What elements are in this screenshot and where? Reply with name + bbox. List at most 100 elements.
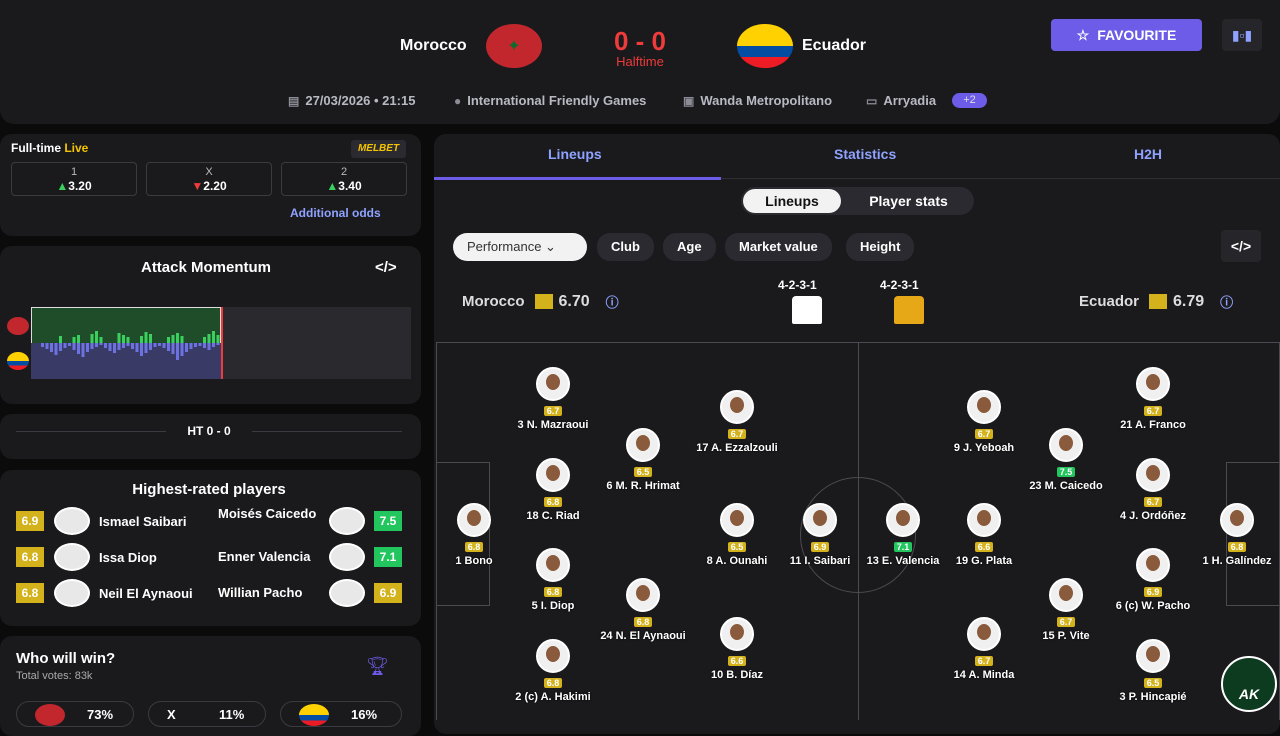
poll-votes: Total votes: 83k <box>16 670 93 682</box>
tab-lineups[interactable]: Lineups <box>548 146 602 162</box>
momentum-bar-away <box>176 343 179 360</box>
top-players-title: Highest-rated players <box>132 481 286 498</box>
top-player-name[interactable]: Issa Diop <box>99 550 157 565</box>
momentum-bar-home <box>122 335 125 343</box>
favourite-button[interactable]: ☆ FAVOURITE <box>1051 19 1202 51</box>
momentum-bar-away <box>108 343 112 351</box>
momentum-bar-away <box>167 343 170 351</box>
filter-age[interactable]: Age <box>663 233 716 261</box>
player-photo <box>1136 548 1170 582</box>
momentum-bar-away <box>216 343 220 345</box>
momentum-bar-away <box>212 343 215 347</box>
performance-dropdown[interactable]: Performance ⌄ <box>453 233 587 261</box>
momentum-bar-home <box>171 335 175 343</box>
vote-home-button[interactable]: 73% <box>16 701 134 727</box>
ht-card: HT 0 - 0 <box>0 414 421 459</box>
momentum-bar-away <box>68 343 71 346</box>
top-player-name[interactable]: Ismael Saibari <box>99 514 186 529</box>
lineup-player[interactable]: 6.7 17 A. Ezzalzouli <box>677 390 797 454</box>
avatar <box>329 507 365 535</box>
lineup-player[interactable]: 6.6 19 G. Plata <box>924 503 1044 567</box>
player-rating: 6.8 <box>16 547 44 567</box>
odd-away[interactable]: 2 ▲3.40 <box>281 162 407 196</box>
tv-small-icon: ▭ <box>866 93 878 108</box>
away-lineup-header: Ecuador 6.79 ⓘ <box>1079 292 1234 311</box>
more-broadcasters-badge[interactable]: +2 <box>952 93 987 108</box>
top-player-name[interactable]: Moisés Caicedo <box>218 507 318 521</box>
home-lineup-header: Morocco 6.70 ⓘ <box>462 292 619 311</box>
subtab-player-stats[interactable]: Player stats <box>851 189 966 213</box>
odd-draw[interactable]: X ▼2.20 <box>146 162 272 196</box>
embed-lineup-icon[interactable]: </> <box>1221 230 1261 262</box>
competition-link[interactable]: ● International Friendly Games <box>454 93 646 108</box>
ecuador-flag-icon <box>737 24 793 68</box>
player-photo <box>886 503 920 537</box>
player-rating: 6.7 <box>727 429 747 439</box>
lineup-player[interactable]: 6.6 10 B. Díaz <box>677 617 797 681</box>
player-name: 10 B. Díaz <box>711 669 763 681</box>
momentum-bar-away <box>135 343 139 352</box>
player-photo <box>626 428 660 462</box>
momentum-bar-away <box>72 343 76 350</box>
lineup-player[interactable]: 6.8 2 (c) A. Hakimi <box>493 639 613 703</box>
momentum-bar-away <box>180 343 184 356</box>
player-name: 19 G. Plata <box>955 555 1013 567</box>
chevron-down-icon: ⌄ <box>545 239 556 254</box>
top-player-name[interactable]: Willian Pacho <box>218 586 318 600</box>
star-icon: ☆ <box>1076 26 1090 43</box>
additional-odds-link[interactable]: Additional odds <box>290 206 381 220</box>
lineup-player[interactable]: 6.5 3 P. Hincapié <box>1093 639 1213 703</box>
momentum-bar-home <box>207 334 211 343</box>
player-rating: 6.7 <box>1143 406 1163 416</box>
odd-home[interactable]: 1 ▲3.20 <box>11 162 137 196</box>
subtab-switch: Lineups Player stats <box>741 187 974 215</box>
vote-away-button[interactable]: 16% <box>280 701 402 727</box>
player-rating: 6.8 <box>16 583 44 603</box>
lineup-player[interactable]: 6.7 3 N. Mazraoui <box>493 367 613 431</box>
avatar <box>54 507 90 535</box>
lineup-player[interactable]: 6.8 1 H. Galíndez <box>1177 503 1280 567</box>
player-rating: 6.9 <box>810 542 830 552</box>
momentum-bar-home <box>90 334 94 343</box>
filter-club[interactable]: Club <box>597 233 654 261</box>
player-rating: 6.8 <box>464 542 484 552</box>
top-player-name[interactable]: Neil El Aynaoui <box>99 586 193 601</box>
info-icon[interactable]: ⓘ <box>606 292 619 311</box>
vote-draw-button[interactable]: X 11% <box>148 701 266 727</box>
subtab-lineups[interactable]: Lineups <box>743 189 841 213</box>
player-photo <box>1049 428 1083 462</box>
player-rating: 7.5 <box>1056 467 1076 477</box>
momentum-bar-away <box>144 343 148 353</box>
momentum-bar-away <box>63 343 67 348</box>
bookmaker-logo[interactable]: MELBET <box>351 140 406 158</box>
match-header: Morocco ✦ 0 - 0 Halftime Ecuador ☆ FAVOUR… <box>0 0 1280 124</box>
player-photo <box>1136 367 1170 401</box>
player-rating: 6.9 <box>1143 587 1163 597</box>
momentum-bar-home <box>176 333 179 343</box>
avatar <box>54 543 90 571</box>
filter-height[interactable]: Height <box>846 233 915 261</box>
top-player-name[interactable]: Enner Valencia <box>218 550 318 564</box>
momentum-bar-away <box>149 343 152 350</box>
lineup-player[interactable]: 6.7 21 A. Franco <box>1093 367 1213 431</box>
odds-label: Full-time Live <box>11 141 89 155</box>
player-rating: 6.9 <box>374 583 402 603</box>
player-rating: 6.7 <box>1143 497 1163 507</box>
player-rating: 6.8 <box>543 678 563 688</box>
player-rating: 6.7 <box>543 406 563 416</box>
info-icon-away[interactable]: ⓘ <box>1220 292 1233 311</box>
momentum-bar-home <box>95 331 98 343</box>
momentum-bar-away <box>185 343 188 352</box>
embed-icon[interactable]: </> <box>375 259 397 276</box>
momentum-bar-away <box>171 343 175 354</box>
filter-market-value[interactable]: Market value <box>725 233 832 261</box>
tv-icon[interactable]: ▮▫▮ <box>1222 19 1262 51</box>
player-name: 3 P. Hincapié <box>1119 691 1187 703</box>
tab-h2h[interactable]: H2H <box>1134 146 1162 162</box>
home-team-name[interactable]: Morocco <box>400 37 467 55</box>
avatar <box>329 579 365 607</box>
away-team-name[interactable]: Ecuador <box>802 37 866 55</box>
momentum-bar-away <box>162 343 166 348</box>
tab-statistics[interactable]: Statistics <box>834 146 896 162</box>
momentum-bar-away <box>194 343 197 347</box>
